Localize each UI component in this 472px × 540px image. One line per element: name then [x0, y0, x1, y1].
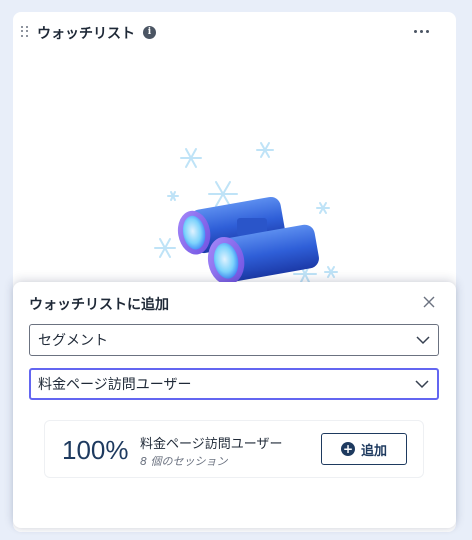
popover-title: ウォッチリストに追加 — [29, 297, 169, 313]
close-icon[interactable] — [421, 294, 437, 310]
info-icon[interactable]: i — [143, 26, 156, 39]
binoculars-icon — [154, 142, 338, 285]
segment-select[interactable]: セグメント — [29, 324, 439, 356]
session-count: 8 個のセッション — [140, 455, 228, 468]
chevron-down-icon — [415, 380, 429, 389]
match-percent: 100% — [62, 435, 129, 465]
segment-result-card: 100% 料金ページ訪問ユーザー 8 個のセッション + 追加 — [44, 420, 424, 478]
add-button[interactable]: + 追加 — [321, 433, 407, 465]
chevron-down-icon — [416, 336, 430, 345]
card-header: ウォッチリスト i — [13, 12, 456, 54]
plus-circle-icon: + — [340, 442, 355, 456]
add-button-label: 追加 — [360, 443, 387, 459]
more-options-icon[interactable] — [409, 22, 433, 40]
segment-select-value: セグメント — [38, 333, 108, 349]
result-name: 料金ページ訪問ユーザー — [140, 437, 283, 452]
add-to-watchlist-popover: ウォッチリストに追加 セグメント 料金ページ訪問ユーザー 100% 料金ページ訪… — [13, 282, 456, 528]
audience-select[interactable]: 料金ページ訪問ユーザー — [29, 368, 439, 400]
card-title: ウォッチリスト — [37, 26, 135, 42]
audience-select-value: 料金ページ訪問ユーザー — [38, 377, 192, 393]
drag-handle-icon[interactable] — [21, 26, 29, 38]
